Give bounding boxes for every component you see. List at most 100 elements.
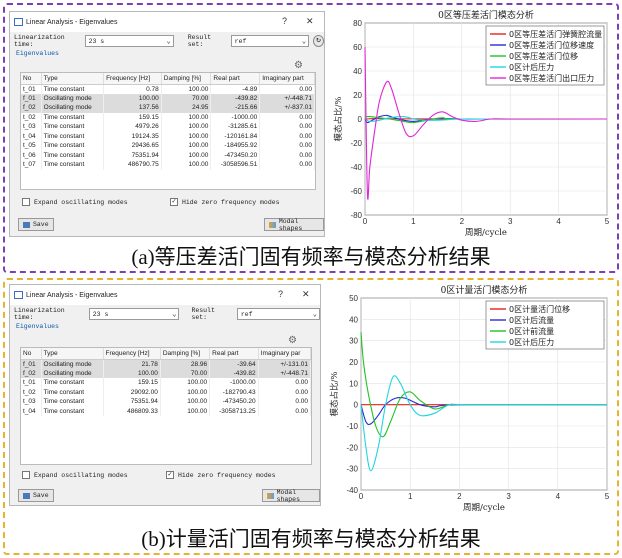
chart-svg: 0 1 2 3 4 5 -80 -60 -40 -20 0 20 40 60 80 0区等压差活门模态分析周期… [333,9,610,237]
table-cell: 0.00 [258,378,312,388]
checkbox-box[interactable] [22,198,30,206]
table-row[interactable]: f_02 Oscillating mode 100.00 70.00 -439.82 +/… [21,368,312,378]
table-cell: 100.00 [161,84,212,94]
result-set-select[interactable]: ref ⌄ [236,308,320,320]
y-tick-label: 20 [353,91,362,100]
table-row[interactable]: t_01 Time constant 0.78 100.00 -4.89 0.00 [21,84,315,94]
x-tick-label: 4 [556,217,561,226]
table-cell: Time constant [41,112,105,122]
column-header[interactable]: No [21,73,42,85]
expand-oscillating-checkbox[interactable]: Expand oscillating modes [22,198,128,206]
save-icon [23,221,30,228]
table-cell: 100.00 [103,368,161,378]
column-header[interactable]: Imaginary part [259,73,315,85]
table-cell: 0.00 [259,160,315,170]
table-cell: t_07 [21,160,42,170]
table-cell: Oscillating mode [41,359,104,369]
x-tick-label: 0 [363,217,368,226]
help-button[interactable]: ? [282,16,287,26]
table-row[interactable]: t_04 Time constant 19124.35 100.00 -120161.8… [21,131,315,141]
table-row[interactable]: f_02 Oscillating mode 137.56 24.95 -215.66 +/… [21,103,315,113]
save-button[interactable]: Save [18,489,54,502]
hide-zero-frequency-checkbox[interactable]: ✓ Hide zero frequency modes [170,198,280,206]
modal-shapes-button[interactable]: Modal shapes [262,489,320,503]
table-cell: t_04 [21,131,42,141]
eigenvalues-table: No Type Frequency [Hz] Damping [%] Real part… [20,347,312,465]
hide-zero-frequency-checkbox[interactable]: ✓ Hide zero frequency modes [166,471,276,479]
table-cell: 100.00 [160,378,211,388]
close-button[interactable]: ✕ [302,289,310,300]
modal-shapes-icon [267,492,274,499]
column-header[interactable]: Damping [%] [161,73,212,85]
column-header[interactable]: Real part [209,348,259,360]
chevron-down-icon: ⌄ [172,311,177,319]
save-button[interactable]: Save [18,218,54,231]
y-tick-label: -30 [346,465,358,474]
table-row[interactable]: t_02 Time constant 159.15 100.00 -1000.00 0.0… [21,112,315,122]
x-tick-label: 4 [556,492,561,501]
table-cell: 100.00 [161,131,212,141]
table-cell: -215.66 [210,103,261,113]
y-tick-label: 30 [349,337,358,346]
table-cell: 29092.00 [103,387,161,397]
result-set-select[interactable]: ref ⌄ [230,35,310,47]
table-cell: f_01 [21,93,42,103]
table-cell: 75351.94 [103,150,162,160]
table-cell: 0.00 [258,387,312,397]
column-header[interactable]: Type [41,348,104,360]
table-row[interactable]: t_06 Time constant 75351.94 100.00 -473450.2… [21,150,315,160]
chart-svg: 0 1 2 3 4 5 -40 -30 -20 -10 0 10 20 30 40 50 0区计量活门模态分析周… [329,284,610,512]
panel-a: Linear Analysis - Eigenvalues ? ✕ Linear… [3,3,619,273]
table-cell: 100.00 [161,160,212,170]
y-tick-label: 20 [349,358,358,367]
column-header[interactable]: No [21,348,42,360]
table-cell: 24.95 [161,103,212,113]
column-header[interactable]: Imaginary par [258,348,312,360]
column-header[interactable]: Type [41,73,105,85]
column-header[interactable]: Damping [%] [160,348,211,360]
gear-icon[interactable]: ⚙ [294,60,303,71]
x-axis-label: 周期/cycle [465,228,507,237]
legend-label: 0区等压差活门弹簧腔流量 [509,29,602,39]
help-button[interactable]: ? [278,289,283,299]
table-cell: -1000.00 [209,378,259,388]
table-row[interactable]: t_03 Time constant 75351.94 100.00 -473450.2… [21,397,312,407]
table-row[interactable]: f_01 Oscillating mode 21.78 28.96 -39.64 +/-1… [21,359,312,369]
y-axis-label: 模态占比/% [329,372,340,417]
expand-oscillating-checkbox[interactable]: Expand oscillating modes [22,471,128,479]
gear-icon[interactable]: ⚙ [288,335,297,346]
refresh-icon[interactable]: ↻ [313,35,324,47]
close-button[interactable]: ✕ [306,16,314,27]
column-header[interactable]: Frequency [Hz] [103,348,161,360]
dialog-title: Linear Analysis - Eigenvalues [26,18,118,26]
table-cell: -473450.20 [209,397,259,407]
x-tick-label: 1 [411,217,416,226]
table-row[interactable]: t_04 Time constant 486809.33 100.00 -3058713… [21,406,312,416]
column-header[interactable]: Frequency [Hz] [103,73,162,85]
table-row[interactable]: t_01 Time constant 159.15 100.00 -1000.00 0.0… [21,378,312,388]
table-row[interactable]: t_02 Time constant 29092.00 100.00 -182790.4… [21,387,312,397]
linearization-time-select[interactable]: 23 s ⌄ [84,35,174,47]
table-cell: t_05 [21,141,42,151]
table-cell: Time constant [41,387,104,397]
checkbox-box[interactable]: ✓ [170,198,178,206]
legend-label: 0区计前流量 [509,326,554,336]
checkbox-box[interactable]: ✓ [166,471,174,479]
table-row[interactable]: t_07 Time constant 486790.75 100.00 -3058596… [21,160,315,170]
table-cell: Oscillating mode [41,93,105,103]
table-cell: Time constant [41,397,104,407]
table-cell: 0.78 [103,84,162,94]
column-header[interactable]: Real part [210,73,261,85]
linearization-time-select[interactable]: 23 s ⌄ [88,308,180,320]
modal-shapes-button[interactable]: Modal shapes [264,218,324,232]
checkbox-box[interactable] [22,471,30,479]
table-row[interactable]: f_01 Oscillating mode 100.00 70.00 -439.82 +/… [21,93,315,103]
legend-label: 0区计后压力 [509,337,554,347]
x-tick-label: 0 [359,492,364,501]
table-row[interactable]: t_03 Time constant 4979.26 100.00 -31285.61 0… [21,122,315,132]
table-cell: 100.00 [160,397,211,407]
table-cell: Time constant [41,141,105,151]
chart-title: 0区计量活门模态分析 [441,284,528,296]
checkbox-label: Expand oscillating modes [34,471,128,479]
table-row[interactable]: t_05 Time constant 29436.65 100.00 -184955.9… [21,141,315,151]
